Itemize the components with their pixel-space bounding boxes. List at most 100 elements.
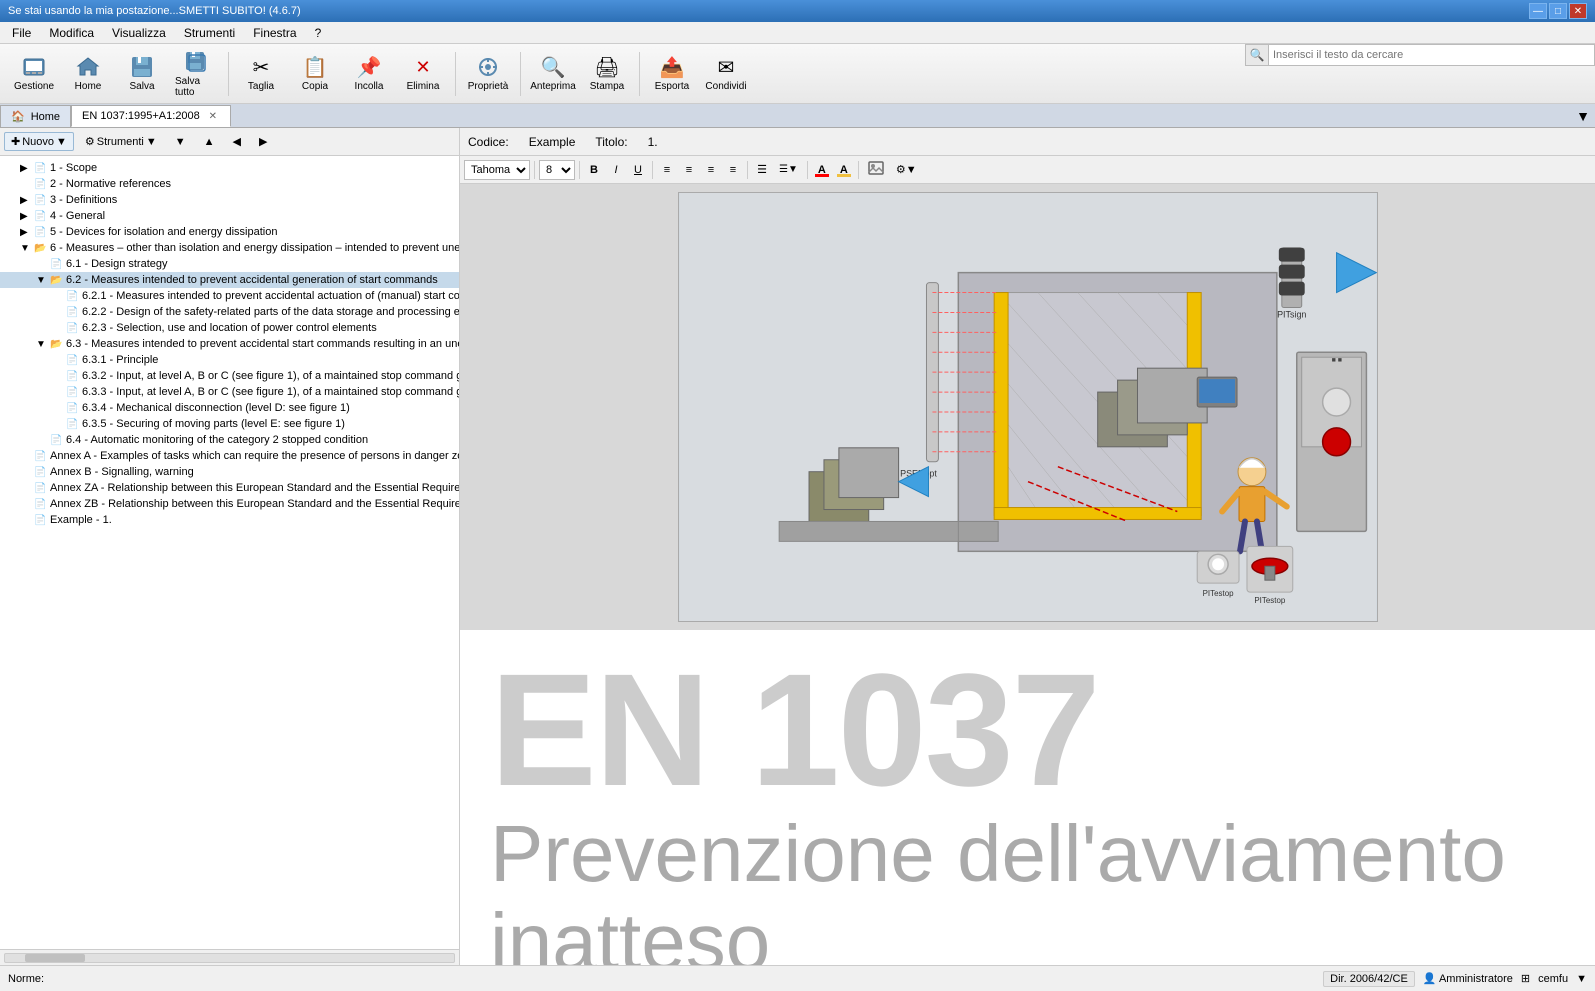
tree-item-icon: 📂 bbox=[34, 243, 48, 254]
tree-item[interactable]: 📄Annex ZA - Relationship between this Eu… bbox=[0, 480, 459, 496]
search-input[interactable] bbox=[1269, 44, 1595, 66]
highlight-button[interactable]: A bbox=[834, 162, 854, 178]
tree-item[interactable]: 📄6.1 - Design strategy bbox=[0, 256, 459, 272]
tree-item[interactable]: ▼📂6.3 - Measures intended to prevent acc… bbox=[0, 336, 459, 352]
list-ul-button[interactable]: ☰ bbox=[752, 161, 772, 178]
tab-list-button[interactable]: ▼ bbox=[1571, 105, 1595, 127]
tree-item[interactable]: 📄Example - 1. bbox=[0, 512, 459, 528]
align-center-button[interactable]: ≡ bbox=[679, 162, 699, 178]
titlebar: Se stai usando la mia postazione...SMETT… bbox=[0, 0, 1595, 22]
dropdown-icon[interactable]: ▼ bbox=[1576, 973, 1587, 985]
copia-button[interactable]: 📋 Copia bbox=[289, 48, 341, 100]
diagram-container: PSENopt PITsign bbox=[460, 184, 1595, 630]
strumenti-button[interactable]: ⚙ Strumenti ▼ bbox=[78, 132, 164, 151]
tree-item[interactable]: 📄6.3.2 - Input, at level A, B or C (see … bbox=[0, 368, 459, 384]
incolla-button[interactable]: 📌 Incolla bbox=[343, 48, 395, 100]
menu-finestra[interactable]: Finestra bbox=[245, 24, 304, 42]
tree-item[interactable]: 📄6.3.3 - Input, at level A, B or C (see … bbox=[0, 384, 459, 400]
tree-item[interactable]: 📄6.3.1 - Principle bbox=[0, 352, 459, 368]
menu-help[interactable]: ? bbox=[307, 24, 330, 42]
justify-button[interactable]: ≡ bbox=[723, 162, 743, 178]
proprieta-icon bbox=[476, 55, 500, 79]
tree-item-label: 6.3.2 - Input, at level A, B or C (see f… bbox=[82, 370, 459, 382]
tree-toolbar: ✚ Nuovo ▼ ⚙ Strumenti ▼ ▼ ▲ ◀ ▶ bbox=[0, 128, 459, 156]
tab-home[interactable]: 🏠 Home bbox=[0, 105, 71, 127]
font-select[interactable]: Tahoma bbox=[464, 160, 530, 180]
menu-modifica[interactable]: Modifica bbox=[41, 24, 102, 42]
tree-item[interactable]: ▶📄1 - Scope bbox=[0, 160, 459, 176]
proprieta-button[interactable]: Proprietà bbox=[462, 48, 514, 100]
tab-en1037[interactable]: EN 1037:1995+A1:2008 ✕ bbox=[71, 105, 231, 127]
title-value: 1. bbox=[648, 135, 658, 149]
salva-button[interactable]: Salva bbox=[116, 48, 168, 100]
menu-file[interactable]: File bbox=[4, 24, 39, 42]
menu-visualizza[interactable]: Visualizza bbox=[104, 24, 174, 42]
home-button[interactable]: Home bbox=[62, 48, 114, 100]
proprieta-label: Proprietà bbox=[468, 81, 509, 92]
esporta-label: Esporta bbox=[655, 81, 689, 92]
nav-down-button[interactable]: ▼ bbox=[168, 133, 193, 151]
titlebar-title: Se stai usando la mia postazione...SMETT… bbox=[8, 5, 301, 17]
tree-item[interactable]: 📄6.2.2 - Design of the safety-related pa… bbox=[0, 304, 459, 320]
tree-item[interactable]: ▶📄4 - General bbox=[0, 208, 459, 224]
tools-button[interactable]: ⚙▼ bbox=[891, 161, 922, 178]
condividi-button[interactable]: ✉ Condividi bbox=[700, 48, 752, 100]
underline-button[interactable]: U bbox=[628, 162, 648, 178]
tree-item[interactable]: 📄6.3.4 - Mechanical disconnection (level… bbox=[0, 400, 459, 416]
tree-item[interactable]: 📄6.3.5 - Securing of moving parts (level… bbox=[0, 416, 459, 432]
nav-up-button[interactable]: ▲ bbox=[197, 133, 222, 151]
tree-item[interactable]: 📄Annex ZB - Relationship between this Eu… bbox=[0, 496, 459, 512]
tree-item-icon: 📄 bbox=[34, 195, 48, 206]
menu-strumenti[interactable]: Strumenti bbox=[176, 24, 243, 42]
tree-item[interactable]: 📄6.2.1 - Measures intended to prevent ac… bbox=[0, 288, 459, 304]
tree-item-icon: 📄 bbox=[34, 467, 48, 478]
font-color-button[interactable]: A bbox=[812, 162, 832, 178]
elimina-button[interactable]: ✕ Elimina bbox=[397, 48, 449, 100]
align-left-button[interactable]: ≡ bbox=[657, 162, 677, 178]
tree-item-label: 1 - Scope bbox=[50, 162, 97, 174]
tree-item[interactable]: ▼📂6.2 - Measures intended to prevent acc… bbox=[0, 272, 459, 288]
hscroll-thumb[interactable] bbox=[25, 954, 85, 962]
tree-item[interactable]: ▶📄3 - Definitions bbox=[0, 192, 459, 208]
anteprima-button[interactable]: 🔍 Anteprima bbox=[527, 48, 579, 100]
list-ol-button[interactable]: ☰▼ bbox=[774, 162, 803, 177]
tab-close-button[interactable]: ✕ bbox=[206, 109, 220, 123]
search-icon[interactable]: 🔍 bbox=[1245, 44, 1269, 66]
bold-button[interactable]: B bbox=[584, 162, 604, 178]
tree-item[interactable]: 📄Annex B - Signalling, warning bbox=[0, 464, 459, 480]
insert-image-button[interactable] bbox=[863, 159, 889, 180]
user-label: Amministratore bbox=[1439, 973, 1513, 985]
gestione-icon bbox=[22, 55, 46, 79]
salva-tutto-button[interactable]: Salva tutto bbox=[170, 48, 222, 100]
tree-item[interactable]: ▼📂6 - Measures – other than isolation an… bbox=[0, 240, 459, 256]
salva-tutto-icon bbox=[184, 50, 208, 74]
esporta-button[interactable]: 📤 Esporta bbox=[646, 48, 698, 100]
tree-item[interactable]: 📄6.4 - Automatic monitoring of the categ… bbox=[0, 432, 459, 448]
tree-item-icon: 📄 bbox=[66, 387, 80, 398]
home-tab-label: Home bbox=[31, 111, 60, 123]
maximize-button[interactable]: □ bbox=[1549, 3, 1567, 19]
tree-item[interactable]: 📄Annex A - Examples of tasks which can r… bbox=[0, 448, 459, 464]
hscroll-track[interactable] bbox=[4, 953, 455, 963]
stampa-button[interactable]: 🖨 Stampa bbox=[581, 48, 633, 100]
italic-button[interactable]: I bbox=[606, 162, 626, 178]
stampa-icon: 🖨 bbox=[595, 55, 619, 79]
tree-item[interactable]: 📄6.2.3 - Selection, use and location of … bbox=[0, 320, 459, 336]
minimize-button[interactable]: — bbox=[1529, 3, 1547, 19]
statusbar: Norme: Dir. 2006/42/CE 👤 Amministratore … bbox=[0, 965, 1595, 991]
nav-back-button[interactable]: ◀ bbox=[226, 132, 248, 151]
nuovo-button[interactable]: ✚ Nuovo ▼ bbox=[4, 132, 74, 151]
code-value: Example bbox=[529, 135, 576, 149]
tree-horizontal-scrollbar[interactable] bbox=[0, 949, 459, 965]
align-right-button[interactable]: ≡ bbox=[701, 162, 721, 178]
font-size-select[interactable]: 8 bbox=[539, 160, 575, 180]
tree-item[interactable]: ▶📄5 - Devices for isolation and energy d… bbox=[0, 224, 459, 240]
tree-item[interactable]: 📄2 - Normative references bbox=[0, 176, 459, 192]
strumenti-label: Strumenti bbox=[97, 136, 144, 148]
gestione-button[interactable]: Gestione bbox=[8, 48, 60, 100]
taglia-button[interactable]: ✂ Taglia bbox=[235, 48, 287, 100]
nav-forward-button[interactable]: ▶ bbox=[252, 132, 274, 151]
pitsign-label: PITsign bbox=[1277, 309, 1306, 319]
tree-item-label: 6.3.5 - Securing of moving parts (level … bbox=[82, 418, 345, 430]
close-button[interactable]: ✕ bbox=[1569, 3, 1587, 19]
